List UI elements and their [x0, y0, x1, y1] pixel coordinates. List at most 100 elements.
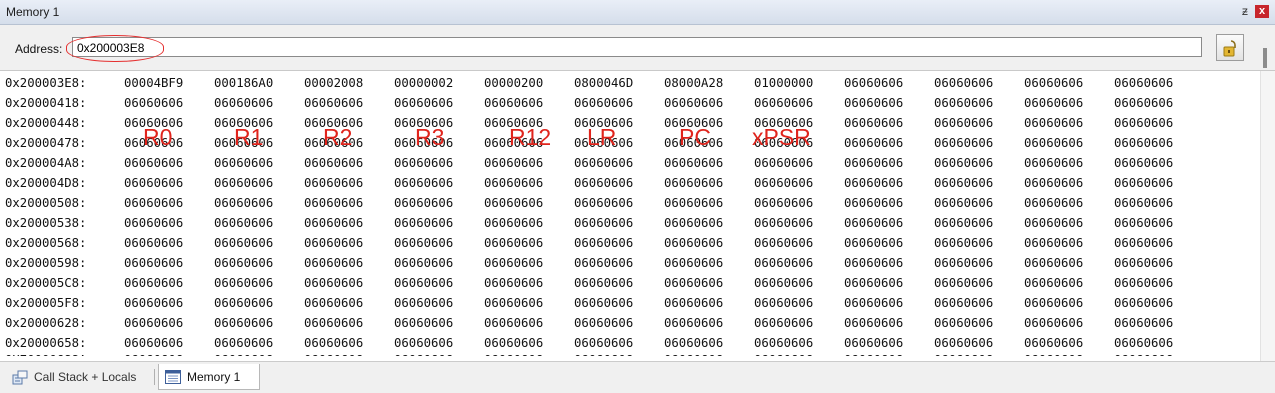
memory-word[interactable]: 06060606 — [844, 233, 934, 253]
memory-word[interactable]: 06060606 — [754, 213, 844, 233]
memory-word[interactable]: 06060606 — [934, 133, 1024, 153]
memory-word[interactable]: 06060606 — [934, 273, 1024, 293]
memory-word[interactable]: 0800046D — [574, 73, 664, 93]
memory-word[interactable]: 06060606 — [304, 233, 394, 253]
memory-word[interactable]: 06060606 — [754, 333, 844, 353]
memory-word[interactable]: 06060606 — [664, 113, 754, 133]
memory-word[interactable]: 06060606 — [754, 153, 844, 173]
memory-word[interactable]: 06060606 — [394, 133, 484, 153]
memory-word[interactable]: 06060606 — [754, 355, 844, 359]
memory-word[interactable]: 06060606 — [664, 153, 754, 173]
memory-word[interactable]: 06060606 — [844, 73, 934, 93]
memory-word[interactable]: 06060606 — [1114, 355, 1204, 359]
memory-word[interactable]: 06060606 — [124, 355, 214, 359]
memory-word[interactable]: 06060606 — [1114, 93, 1204, 113]
memory-word[interactable]: 06060606 — [124, 293, 214, 313]
memory-word[interactable]: 06060606 — [484, 273, 574, 293]
memory-word[interactable]: 06060606 — [214, 273, 304, 293]
memory-word[interactable]: 06060606 — [934, 253, 1024, 273]
memory-word[interactable]: 06060606 — [934, 93, 1024, 113]
memory-word[interactable]: 06060606 — [484, 153, 574, 173]
memory-word[interactable]: 06060606 — [304, 253, 394, 273]
memory-word[interactable]: 06060606 — [484, 193, 574, 213]
memory-word[interactable]: 06060606 — [484, 253, 574, 273]
memory-word[interactable]: 06060606 — [214, 213, 304, 233]
memory-word[interactable]: 06060606 — [214, 253, 304, 273]
memory-word[interactable]: 06060606 — [844, 273, 934, 293]
memory-word[interactable]: 06060606 — [304, 313, 394, 333]
memory-word[interactable]: 06060606 — [574, 153, 664, 173]
memory-word[interactable]: 06060606 — [1114, 313, 1204, 333]
memory-view[interactable]: 0x200003E8: 00004BF9 000186A0 00002008 00000… — [0, 71, 1260, 359]
memory-word[interactable]: 06060606 — [124, 173, 214, 193]
memory-word[interactable]: 06060606 — [844, 173, 934, 193]
memory-word[interactable]: 06060606 — [124, 93, 214, 113]
memory-word[interactable]: 06060606 — [484, 313, 574, 333]
memory-word[interactable]: 06060606 — [934, 333, 1024, 353]
memory-word[interactable]: 00000200 — [484, 73, 574, 93]
memory-word[interactable]: 06060606 — [304, 173, 394, 193]
memory-word[interactable]: 06060606 — [304, 153, 394, 173]
address-input[interactable]: 0x200003E8 — [72, 37, 1202, 57]
memory-word[interactable]: 06060606 — [934, 233, 1024, 253]
memory-word[interactable]: 06060606 — [394, 213, 484, 233]
memory-word[interactable]: 06060606 — [484, 293, 574, 313]
memory-word[interactable]: 06060606 — [484, 173, 574, 193]
memory-word[interactable]: 06060606 — [304, 333, 394, 353]
memory-word[interactable]: 06060606 — [1024, 233, 1114, 253]
memory-word[interactable]: 06060606 — [1114, 273, 1204, 293]
memory-word[interactable]: 06060606 — [1024, 253, 1114, 273]
memory-word[interactable]: 06060606 — [1024, 213, 1114, 233]
tab-memory-1[interactable]: Memory 1 — [158, 364, 260, 390]
memory-word[interactable]: 06060606 — [574, 293, 664, 313]
memory-word[interactable]: 06060606 — [934, 153, 1024, 173]
scrollbar-thumb[interactable] — [1263, 48, 1267, 68]
memory-word[interactable]: 06060606 — [484, 333, 574, 353]
memory-word[interactable]: 06060606 — [574, 193, 664, 213]
memory-word[interactable]: 06060606 — [754, 113, 844, 133]
memory-word[interactable]: 06060606 — [394, 355, 484, 359]
memory-word[interactable]: 06060606 — [214, 293, 304, 313]
memory-word[interactable]: 06060606 — [124, 113, 214, 133]
memory-word[interactable]: 06060606 — [214, 153, 304, 173]
memory-word[interactable]: 06060606 — [1024, 73, 1114, 93]
memory-word[interactable]: 06060606 — [754, 273, 844, 293]
memory-word[interactable]: 06060606 — [664, 233, 754, 253]
memory-word[interactable]: 06060606 — [844, 293, 934, 313]
memory-word[interactable]: 06060606 — [1024, 355, 1114, 359]
memory-word[interactable]: 06060606 — [484, 233, 574, 253]
memory-word[interactable]: 01000000 — [754, 73, 844, 93]
memory-word[interactable]: 06060606 — [934, 213, 1024, 233]
memory-word[interactable]: 06060606 — [844, 113, 934, 133]
memory-word[interactable]: 06060606 — [1024, 333, 1114, 353]
memory-word[interactable]: 06060606 — [574, 253, 664, 273]
memory-word[interactable]: 06060606 — [394, 193, 484, 213]
memory-word[interactable]: 06060606 — [214, 113, 304, 133]
memory-word[interactable]: 06060606 — [844, 193, 934, 213]
memory-word[interactable]: 06060606 — [1024, 273, 1114, 293]
memory-word[interactable]: 06060606 — [214, 173, 304, 193]
memory-word[interactable]: 06060606 — [934, 73, 1024, 93]
memory-word[interactable]: 06060606 — [214, 133, 304, 153]
memory-word[interactable]: 06060606 — [1024, 293, 1114, 313]
memory-word[interactable]: 06060606 — [664, 273, 754, 293]
memory-word[interactable]: 06060606 — [124, 213, 214, 233]
memory-word[interactable]: 06060606 — [124, 333, 214, 353]
memory-word[interactable]: 06060606 — [754, 313, 844, 333]
memory-word[interactable]: 06060606 — [844, 313, 934, 333]
memory-word[interactable]: 06060606 — [934, 313, 1024, 333]
memory-word[interactable]: 06060606 — [304, 113, 394, 133]
memory-word[interactable]: 06060606 — [754, 293, 844, 313]
memory-word[interactable]: 06060606 — [124, 153, 214, 173]
memory-word[interactable]: 06060606 — [394, 253, 484, 273]
memory-word[interactable]: 06060606 — [844, 153, 934, 173]
memory-word[interactable]: 06060606 — [934, 355, 1024, 359]
memory-word[interactable]: 06060606 — [394, 313, 484, 333]
memory-word[interactable]: 06060606 — [934, 193, 1024, 213]
memory-word[interactable]: 06060606 — [484, 133, 574, 153]
memory-word[interactable]: 06060606 — [394, 173, 484, 193]
memory-word[interactable]: 06060606 — [574, 273, 664, 293]
memory-word[interactable]: 06060606 — [1114, 293, 1204, 313]
memory-word[interactable]: 06060606 — [754, 173, 844, 193]
memory-word[interactable]: 06060606 — [844, 333, 934, 353]
